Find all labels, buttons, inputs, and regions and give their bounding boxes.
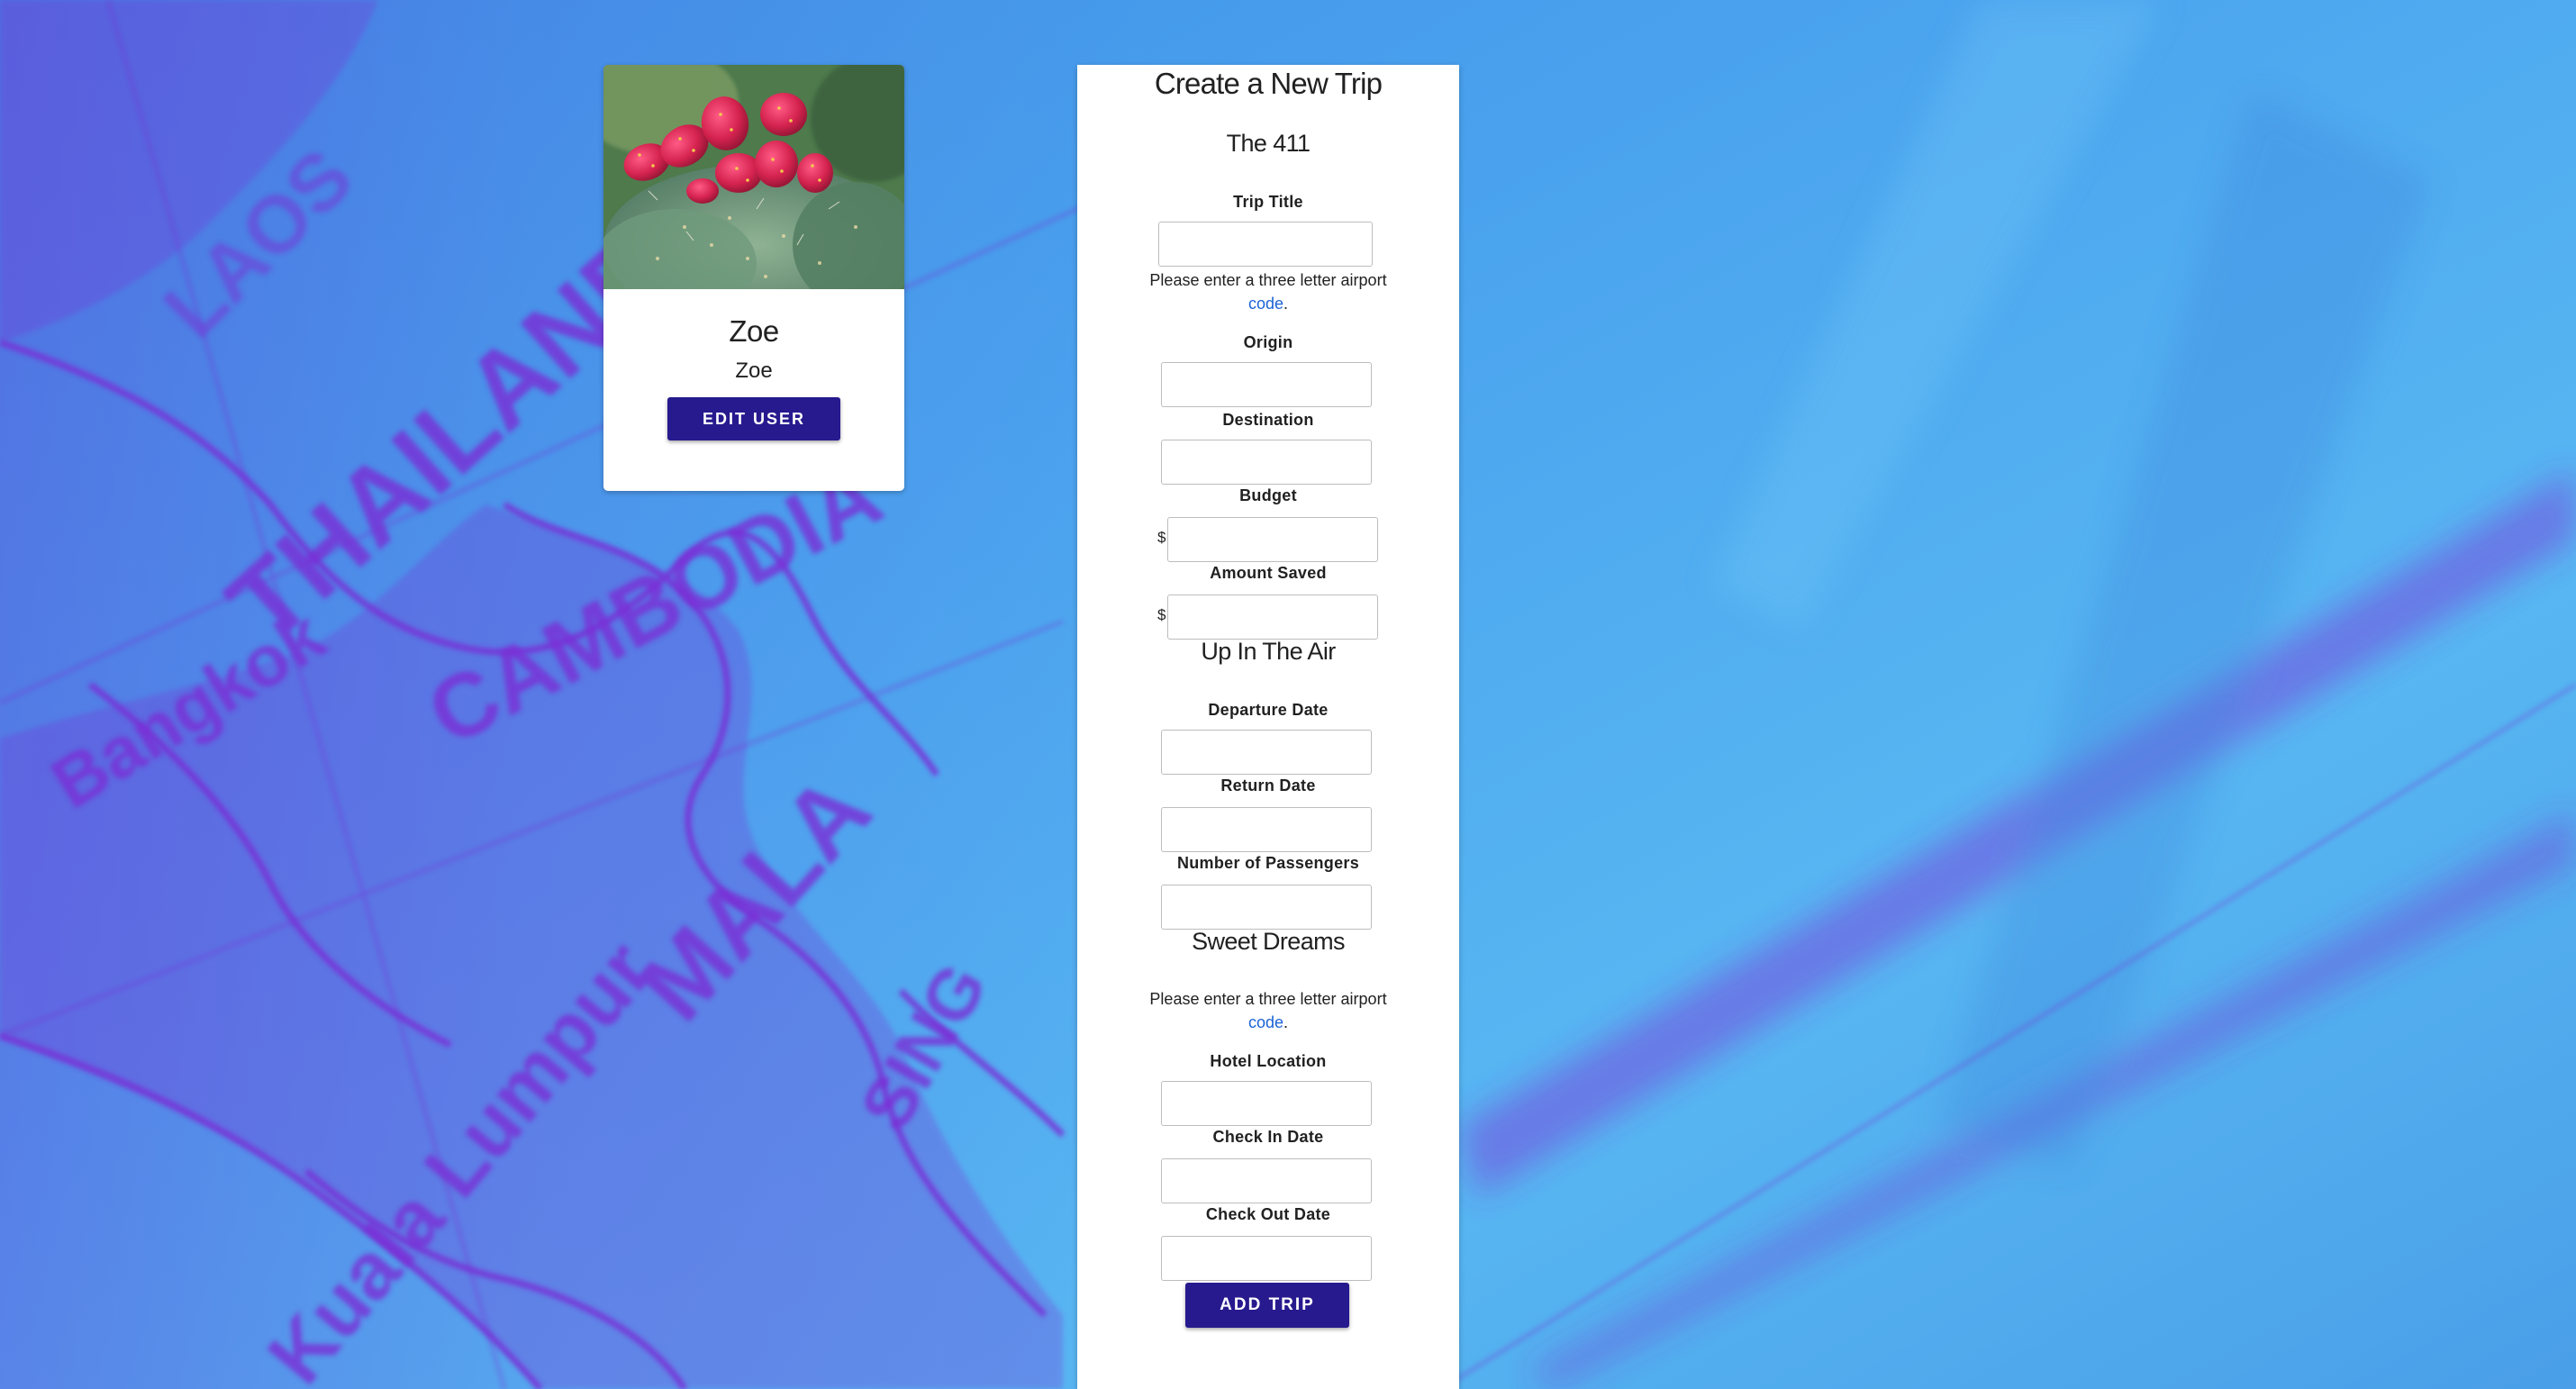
help-period: . — [1283, 1013, 1289, 1031]
trip-title-input[interactable] — [1158, 222, 1373, 267]
return-date-input[interactable] — [1161, 807, 1372, 852]
section-title-basics: The 411 — [1226, 130, 1311, 157]
help-text: Please enter a three letter airport — [1149, 271, 1387, 289]
amount-saved-currency-symbol: $ — [1157, 606, 1166, 623]
airport-code-link[interactable]: code — [1248, 1013, 1283, 1031]
section-title-flight: Up In The Air — [1201, 638, 1336, 665]
label-hotel-location: Hotel Location — [1210, 1052, 1327, 1070]
add-trip-button[interactable]: ADD TRIP — [1185, 1283, 1349, 1328]
departure-date-input[interactable] — [1161, 730, 1372, 775]
hotel-location-input[interactable] — [1161, 1081, 1372, 1126]
label-check-in-date: Check In Date — [1212, 1128, 1324, 1146]
label-amount-saved: Amount Saved — [1210, 564, 1327, 582]
airport-code-link[interactable]: code — [1248, 295, 1283, 313]
create-trip-form: Create a New Trip The 411 Trip Title Ple… — [1077, 65, 1459, 1389]
user-card: Zoe Zoe EDIT USER — [603, 65, 904, 491]
budget-currency-symbol: $ — [1157, 529, 1166, 546]
edit-user-button[interactable]: EDIT USER — [667, 397, 840, 440]
label-origin: Origin — [1243, 333, 1293, 351]
section-title-hotel: Sweet Dreams — [1192, 928, 1345, 955]
label-return-date: Return Date — [1220, 776, 1316, 794]
airport-code-help: Please enter a three letter airport code… — [1077, 268, 1459, 315]
destination-input[interactable] — [1161, 440, 1372, 485]
user-username: Zoe — [735, 359, 773, 383]
airport-code-help-hotel: Please enter a three letter airport code… — [1077, 987, 1459, 1034]
user-name: Zoe — [729, 314, 779, 348]
amount-saved-input[interactable] — [1167, 595, 1378, 640]
check-out-date-input[interactable] — [1161, 1236, 1372, 1281]
label-check-out-date: Check Out Date — [1205, 1205, 1331, 1223]
help-period: . — [1283, 295, 1289, 313]
passengers-input[interactable] — [1161, 885, 1372, 930]
user-photo-cactus — [603, 65, 904, 289]
help-text: Please enter a three letter airport — [1149, 990, 1387, 1008]
budget-input[interactable] — [1167, 517, 1378, 562]
label-destination: Destination — [1222, 411, 1314, 429]
check-in-date-input[interactable] — [1161, 1158, 1372, 1203]
label-budget: Budget — [1239, 486, 1297, 504]
label-trip-title: Trip Title — [1233, 193, 1303, 211]
form-title: Create a New Trip — [1154, 67, 1383, 100]
origin-input[interactable] — [1161, 362, 1372, 407]
label-passengers: Number of Passengers — [1176, 854, 1360, 872]
label-departure-date: Departure Date — [1208, 701, 1329, 719]
